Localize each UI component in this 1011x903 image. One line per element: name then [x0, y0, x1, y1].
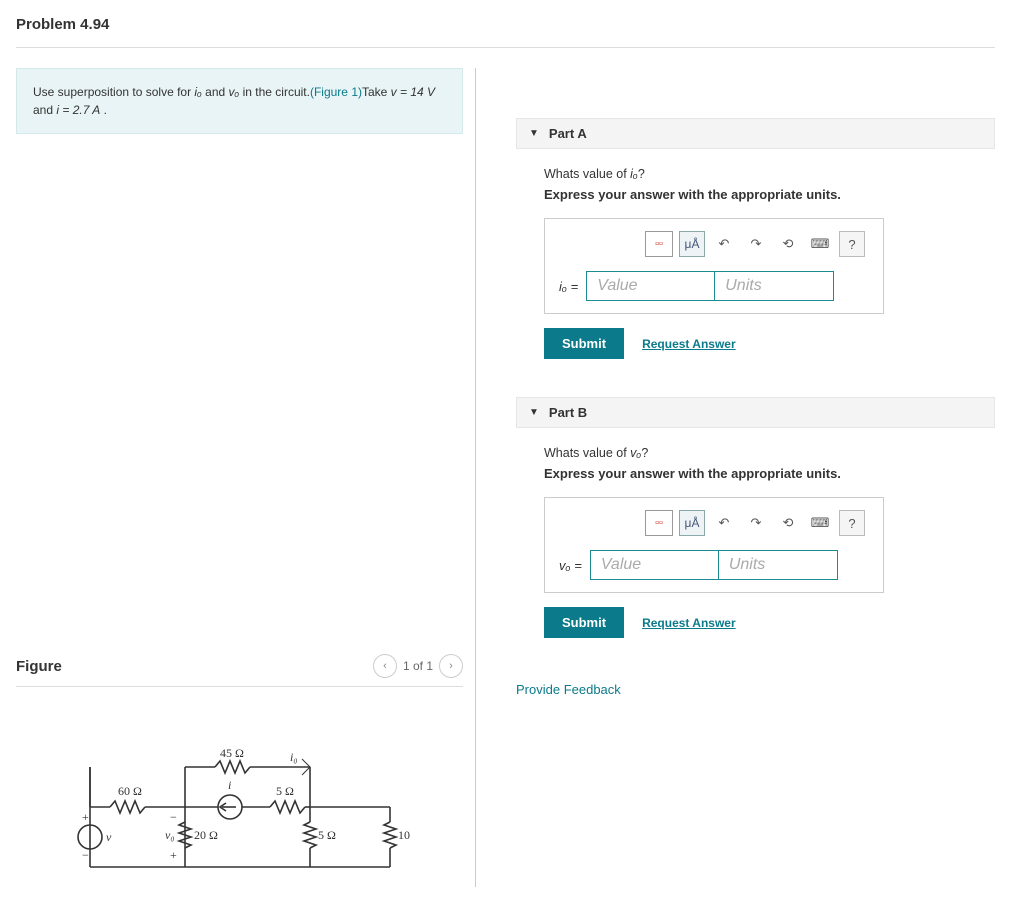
svg-text:i: i: [228, 778, 231, 792]
prompt-vo: vₒ: [229, 85, 240, 99]
problem-title: Problem 4.94: [16, 16, 995, 33]
part-a-submit-row: Submit Request Answer: [544, 328, 995, 359]
svg-text:−: −: [82, 848, 89, 862]
part-a-eq-label: iₒ =: [559, 271, 586, 301]
label-r5a: 5 Ω: [276, 784, 294, 798]
template-icon[interactable]: ▫▫: [645, 231, 673, 257]
problem-prompt: Use superposition to solve for iₒ and vₒ…: [16, 68, 463, 134]
question-var: iₒ: [630, 167, 638, 181]
svg-text:+: +: [82, 810, 89, 824]
part-b-header[interactable]: ▼ Part B: [516, 397, 995, 428]
provide-feedback-link[interactable]: Provide Feedback: [516, 676, 995, 697]
prompt-text: in the circuit.: [239, 85, 310, 99]
part-b-instruction: Express your answer with the appropriate…: [544, 466, 995, 481]
part-a-toolbar: ▫▫ μÅ ↶ ↷ ⟲ ⌨ ?: [559, 231, 869, 257]
label-vo: v₀: [165, 828, 175, 842]
figure-next-button[interactable]: ›: [439, 654, 463, 678]
part-b-value-input[interactable]: Value: [590, 550, 718, 580]
part-a-value-input[interactable]: Value: [586, 271, 714, 301]
undo-icon[interactable]: ↶: [711, 510, 737, 536]
part-b-content: Whats value of vₒ? Express your answer w…: [516, 428, 995, 638]
figure-title: Figure: [16, 658, 62, 675]
part-b-eq-label: vₒ =: [559, 550, 590, 580]
part-a-header[interactable]: ▼ Part A: [516, 118, 995, 149]
label-io: i₀: [290, 750, 298, 764]
left-column: Use superposition to solve for iₒ and vₒ…: [16, 68, 476, 887]
figure-section: Figure ‹ 1 of 1 › + − v: [16, 654, 463, 887]
part-b-question: Whats value of vₒ?: [544, 446, 995, 460]
figure-nav: ‹ 1 of 1 ›: [373, 654, 463, 678]
question-text: Whats value of: [544, 167, 630, 181]
figure-header: Figure ‹ 1 of 1 ›: [16, 654, 463, 687]
svg-text:+: +: [170, 848, 177, 862]
part-b-units-input[interactable]: Units: [718, 550, 838, 580]
part-a-answer-box: ▫▫ μÅ ↶ ↷ ⟲ ⌨ ? iₒ = Value Units: [544, 218, 884, 314]
label-r5b: 5 Ω: [318, 828, 336, 842]
part-a-instruction: Express your answer with the appropriate…: [544, 187, 995, 202]
prompt-io: iₒ: [194, 85, 201, 99]
label-r10: 10 Ω: [398, 828, 410, 842]
figure-counter: 1 of 1: [403, 659, 433, 673]
help-icon[interactable]: ?: [839, 510, 865, 536]
question-text: ?: [638, 167, 645, 181]
prompt-v-eq: v = 14 V: [391, 85, 435, 99]
part-b-equation-row: vₒ = Value Units: [559, 550, 869, 580]
prompt-text: Use superposition to solve for: [33, 85, 194, 99]
redo-icon[interactable]: ↷: [743, 510, 769, 536]
reset-icon[interactable]: ⟲: [775, 231, 801, 257]
part-a-units-input[interactable]: Units: [714, 271, 834, 301]
prompt-text: and: [33, 103, 56, 117]
part-b-request-answer-link[interactable]: Request Answer: [642, 616, 736, 630]
label-v: v: [106, 830, 112, 844]
circuit-diagram: + − v 60 Ω 20 Ω v₀ −: [70, 747, 410, 887]
main-container: Use superposition to solve for iₒ and vₒ…: [16, 68, 995, 887]
part-b: ▼ Part B Whats value of vₒ? Express your…: [516, 397, 995, 638]
part-b-title: Part B: [549, 405, 587, 420]
svg-text:−: −: [170, 810, 177, 824]
keyboard-icon[interactable]: ⌨: [807, 510, 833, 536]
part-a-submit-button[interactable]: Submit: [544, 328, 624, 359]
part-a-equation-row: iₒ = Value Units: [559, 271, 869, 301]
label-r60: 60 Ω: [118, 784, 142, 798]
reset-icon[interactable]: ⟲: [775, 510, 801, 536]
part-a-title: Part A: [549, 126, 587, 141]
question-text: ?: [641, 446, 648, 460]
label-r20: 20 Ω: [194, 828, 218, 842]
redo-icon[interactable]: ↷: [743, 231, 769, 257]
part-b-answer-box: ▫▫ μÅ ↶ ↷ ⟲ ⌨ ? vₒ = Value Units: [544, 497, 884, 593]
part-a-content: Whats value of iₒ? Express your answer w…: [516, 149, 995, 359]
collapse-icon: ▼: [529, 128, 539, 139]
keyboard-icon[interactable]: ⌨: [807, 231, 833, 257]
divider: [16, 47, 995, 48]
units-tool-icon[interactable]: μÅ: [679, 510, 705, 536]
part-a-request-answer-link[interactable]: Request Answer: [642, 337, 736, 351]
question-var: vₒ: [630, 446, 641, 460]
collapse-icon: ▼: [529, 407, 539, 418]
figure-ref-link[interactable]: (Figure 1): [310, 85, 362, 99]
part-b-submit-row: Submit Request Answer: [544, 607, 995, 638]
figure-prev-button[interactable]: ‹: [373, 654, 397, 678]
prompt-text: Take: [362, 85, 391, 99]
label-r45: 45 Ω: [220, 747, 244, 760]
undo-icon[interactable]: ↶: [711, 231, 737, 257]
prompt-i-eq: i = 2.7 A: [56, 103, 100, 117]
prompt-text: .: [100, 103, 107, 117]
part-b-submit-button[interactable]: Submit: [544, 607, 624, 638]
right-column: ▼ Part A Whats value of iₒ? Express your…: [476, 68, 995, 887]
units-tool-icon[interactable]: μÅ: [679, 231, 705, 257]
part-b-toolbar: ▫▫ μÅ ↶ ↷ ⟲ ⌨ ?: [559, 510, 869, 536]
part-a-question: Whats value of iₒ?: [544, 167, 995, 181]
prompt-text: and: [202, 85, 229, 99]
template-icon[interactable]: ▫▫: [645, 510, 673, 536]
part-a: ▼ Part A Whats value of iₒ? Express your…: [516, 118, 995, 359]
figure-body: + − v 60 Ω 20 Ω v₀ −: [16, 747, 463, 887]
question-text: Whats value of: [544, 446, 630, 460]
help-icon[interactable]: ?: [839, 231, 865, 257]
